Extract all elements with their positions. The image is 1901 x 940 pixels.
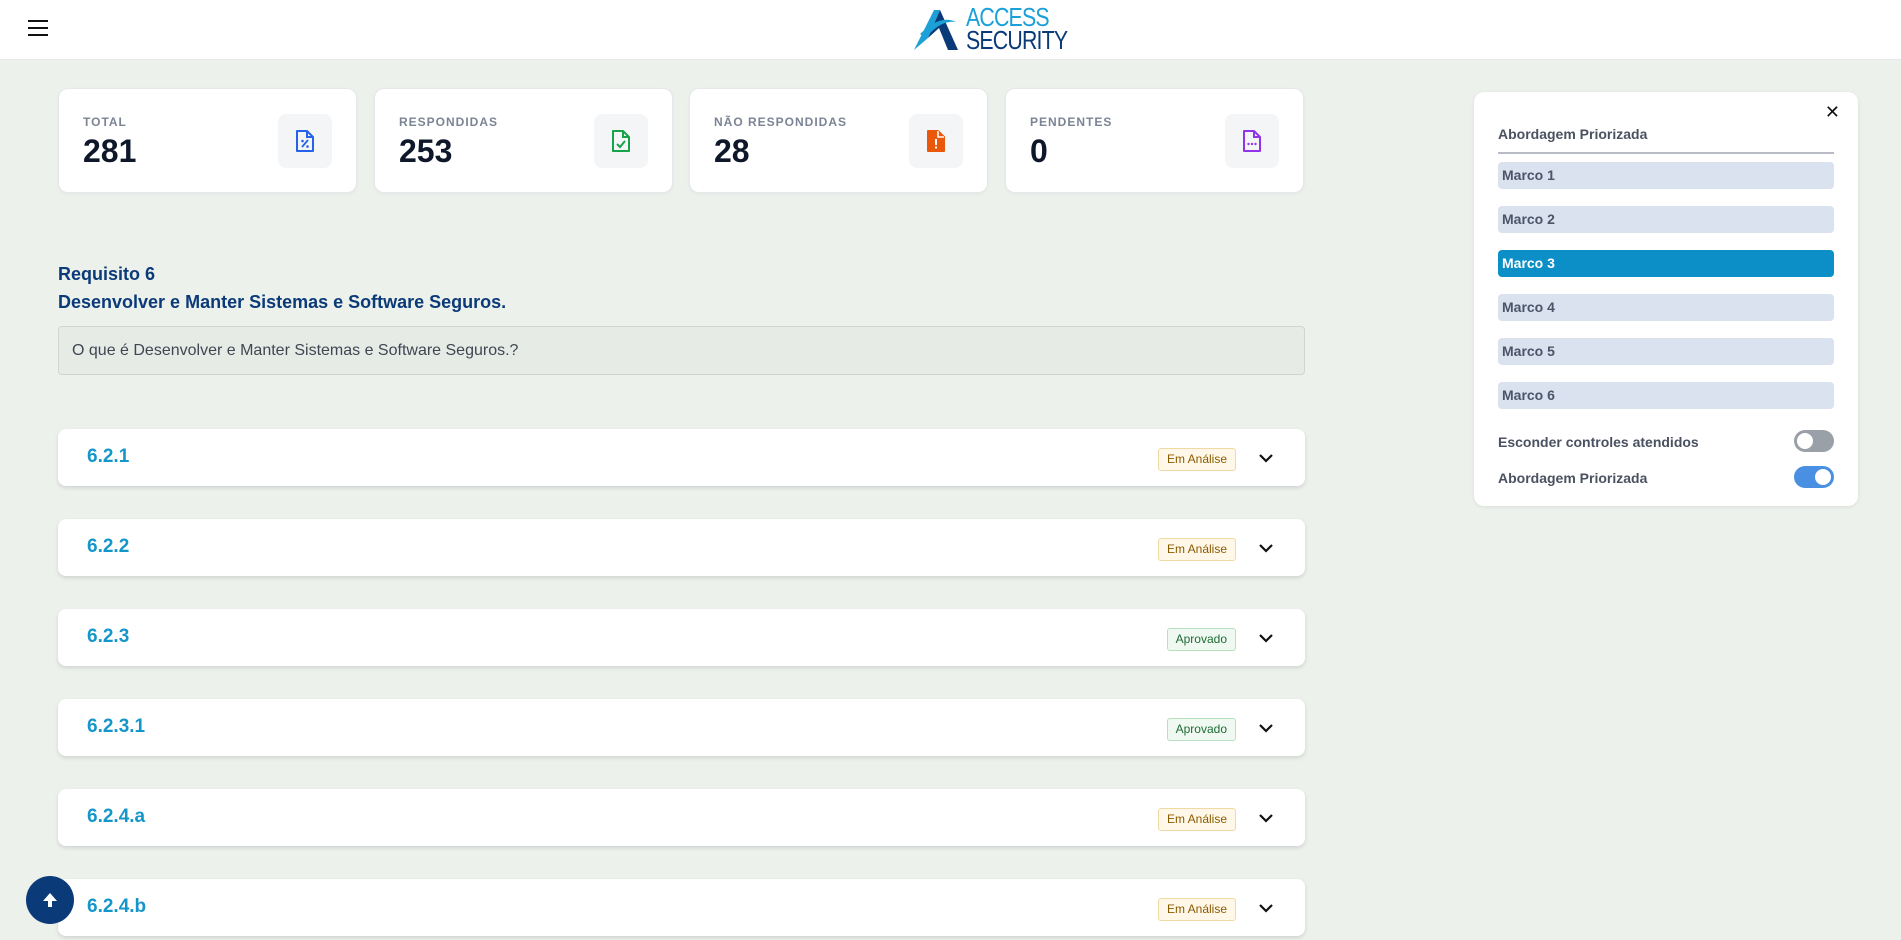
chevron-down-icon[interactable] (1257, 539, 1275, 557)
control-item-row[interactable]: 6.2.4.b Em Análise (58, 879, 1305, 936)
hide-controls-toggle[interactable] (1794, 430, 1834, 452)
chevron-down-icon[interactable] (1257, 449, 1275, 467)
marco-5-button[interactable]: Marco 5 (1498, 338, 1834, 365)
stat-card-respondidas: RESPONDIDAS 253 (374, 88, 673, 193)
status-badge: Aprovado (1166, 718, 1236, 741)
stat-value: 0 (1030, 133, 1048, 169)
status-badge: Em Análise (1157, 808, 1236, 831)
chevron-down-icon[interactable] (1257, 899, 1275, 917)
requirement-question: O que é Desenvolver e Manter Sistemas e … (58, 326, 1305, 375)
status-badge: Em Análise (1157, 448, 1236, 471)
control-item-row[interactable]: 6.2.4.a Em Análise (58, 789, 1305, 846)
file-alert-icon (927, 130, 945, 152)
chevron-down-icon[interactable] (1257, 719, 1275, 737)
marco-4-button[interactable]: Marco 4 (1498, 294, 1834, 321)
access-security-logo: ACCESS SECURITY (910, 2, 1089, 56)
control-item-row[interactable]: 6.2.3 Aprovado (58, 609, 1305, 666)
requirement-number: Requisito 6 (58, 264, 156, 284)
control-code: 6.2.1 (87, 446, 130, 467)
marco-2-button[interactable]: Marco 2 (1498, 206, 1834, 233)
close-icon[interactable]: ✕ (1825, 102, 1840, 123)
control-code: 6.2.4.b (87, 896, 147, 917)
chevron-down-icon[interactable] (1257, 809, 1275, 827)
marco-3-button[interactable]: Marco 3 (1498, 250, 1834, 277)
file-check-icon (612, 130, 630, 152)
stat-label: PENDENTES (1030, 115, 1113, 129)
logo-mark-icon (914, 10, 958, 50)
file-percent-icon (296, 130, 314, 152)
control-code: 6.2.4.a (87, 806, 146, 827)
scroll-to-top-button[interactable] (26, 876, 74, 924)
stat-value: 281 (83, 133, 137, 169)
stat-value: 253 (399, 133, 453, 169)
control-code: 6.2.3.1 (87, 716, 146, 737)
logo-text-line2: SECURITY (966, 25, 1068, 55)
control-item-row[interactable]: 6.2.3.1 Aprovado (58, 699, 1305, 756)
control-item-row[interactable]: 6.2.1 Em Análise (58, 429, 1305, 486)
requirement-title: Desenvolver e Manter Sistemas e Software… (58, 292, 507, 312)
chevron-down-icon[interactable] (1257, 629, 1275, 647)
hamburger-icon[interactable] (24, 14, 52, 42)
stat-card-total: TOTAL 281 (58, 88, 357, 193)
status-badge: Em Análise (1157, 898, 1236, 921)
control-code: 6.2.3 (87, 626, 130, 647)
stat-label: RESPONDIDAS (399, 115, 499, 129)
control-item-row[interactable]: 6.2.2 Em Análise (58, 519, 1305, 576)
prioritized-approach-label: Abordagem Priorizada (1498, 470, 1648, 486)
arrow-up-icon (43, 893, 57, 907)
panel-heading: Abordagem Priorizada (1498, 126, 1834, 154)
status-badge: Aprovado (1166, 628, 1236, 651)
stat-card-nao-respondidas: NÃO RESPONDIDAS 28 (689, 88, 988, 193)
marco-1-button[interactable]: Marco 1 (1498, 162, 1834, 189)
status-badge: Em Análise (1157, 538, 1236, 561)
stat-value: 28 (714, 133, 750, 169)
stat-label: NÃO RESPONDIDAS (714, 115, 848, 129)
stat-label: TOTAL (83, 115, 127, 129)
prioritized-approach-panel: ✕ Abordagem Priorizada Marco 1 Marco 2 M… (1474, 92, 1858, 506)
top-bar: ACCESS SECURITY (0, 0, 1901, 60)
file-dots-icon (1243, 130, 1261, 152)
control-code: 6.2.2 (87, 536, 130, 557)
marco-6-button[interactable]: Marco 6 (1498, 382, 1834, 409)
prioritized-approach-toggle[interactable] (1794, 466, 1834, 488)
hide-controls-label: Esconder controles atendidos (1498, 434, 1699, 450)
stat-card-pendentes: PENDENTES 0 (1005, 88, 1304, 193)
